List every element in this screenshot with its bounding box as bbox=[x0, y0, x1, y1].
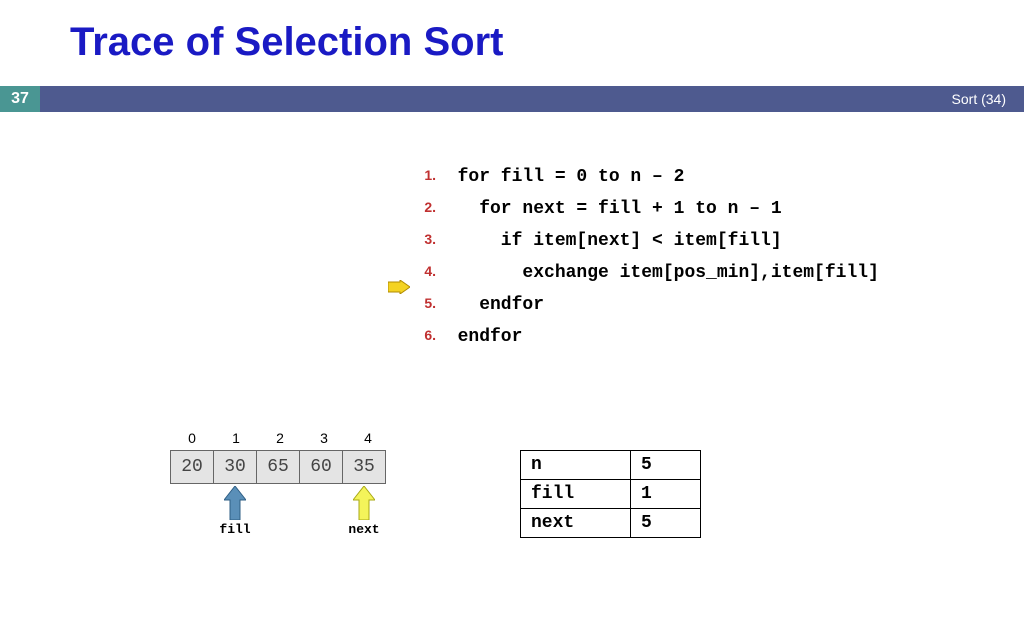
slide-number: 37 bbox=[0, 86, 40, 112]
array-index: 1 bbox=[214, 430, 258, 446]
code-line-number: 6. bbox=[412, 320, 436, 350]
var-name: n bbox=[521, 451, 631, 480]
array-cell: 60 bbox=[299, 450, 343, 484]
code-line-text: for next = fill + 1 to n – 1 bbox=[436, 199, 782, 219]
up-arrow-icon bbox=[224, 486, 246, 520]
slide-title: Trace of Selection Sort bbox=[70, 20, 503, 65]
variables-table: n5fill1next5 bbox=[520, 450, 701, 538]
table-row: fill1 bbox=[521, 480, 701, 509]
fill-pointer-label: fill bbox=[219, 522, 250, 537]
array-cell: 20 bbox=[170, 450, 214, 484]
code-line-text: if item[next] < item[fill] bbox=[436, 231, 782, 251]
code-line: 4. exchange item[pos_min],item[fill] bbox=[412, 256, 879, 288]
next-pointer-label: next bbox=[348, 522, 379, 537]
code-line: 5. endfor bbox=[412, 288, 879, 320]
current-line-pointer-icon bbox=[388, 280, 410, 299]
code-line-number: 5. bbox=[412, 288, 436, 318]
array-index: 0 bbox=[170, 430, 214, 446]
code-line-number: 3. bbox=[412, 224, 436, 254]
pseudocode-block: 1. for fill = 0 to n – 22. for next = fi… bbox=[412, 160, 879, 352]
var-value: 5 bbox=[631, 451, 701, 480]
var-name: fill bbox=[521, 480, 631, 509]
code-line: 1. for fill = 0 to n – 2 bbox=[412, 160, 879, 192]
code-line-number: 4. bbox=[412, 256, 436, 286]
array-diagram: 01234 2030656035 fillnext bbox=[170, 430, 390, 544]
array-index: 3 bbox=[302, 430, 346, 446]
code-line-number: 1. bbox=[412, 160, 436, 190]
code-line: 2. for next = fill + 1 to n – 1 bbox=[412, 192, 879, 224]
code-line-text: exchange item[pos_min],item[fill] bbox=[436, 263, 879, 283]
fill-pointer: fill bbox=[213, 486, 257, 537]
table-row: n5 bbox=[521, 451, 701, 480]
up-arrow-icon bbox=[353, 486, 375, 520]
var-value: 1 bbox=[631, 480, 701, 509]
next-pointer: next bbox=[342, 486, 386, 537]
array-cells-row: 2030656035 bbox=[170, 450, 390, 484]
header-bar: 37 Sort (34) bbox=[0, 86, 1024, 112]
var-value: 5 bbox=[631, 509, 701, 538]
array-cell: 35 bbox=[342, 450, 386, 484]
table-row: next5 bbox=[521, 509, 701, 538]
array-index-row: 01234 bbox=[170, 430, 390, 446]
code-line-text: endfor bbox=[436, 295, 544, 315]
array-index: 2 bbox=[258, 430, 302, 446]
array-index: 4 bbox=[346, 430, 390, 446]
code-line: 6. endfor bbox=[412, 320, 879, 352]
code-line-text: endfor bbox=[436, 327, 522, 347]
array-cell: 30 bbox=[213, 450, 257, 484]
code-line-text: for fill = 0 to n – 2 bbox=[436, 167, 684, 187]
array-arrow-row: fill next bbox=[170, 484, 390, 544]
code-line: 3. if item[next] < item[fill] bbox=[412, 224, 879, 256]
array-cell: 65 bbox=[256, 450, 300, 484]
header-right-label: Sort (34) bbox=[952, 91, 1006, 107]
code-line-number: 2. bbox=[412, 192, 436, 222]
var-name: next bbox=[521, 509, 631, 538]
